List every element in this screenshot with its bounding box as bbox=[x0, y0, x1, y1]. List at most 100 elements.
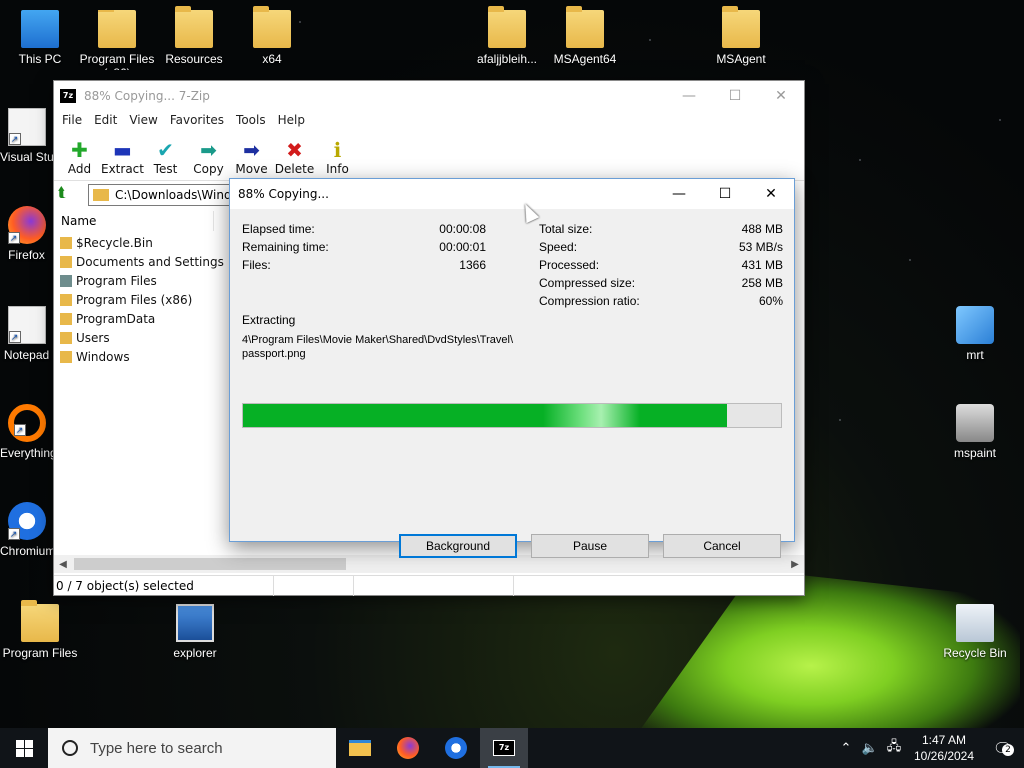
toolbar-move-button[interactable]: ➡ Move bbox=[230, 138, 273, 180]
minimize-button[interactable]: — bbox=[666, 81, 712, 111]
file-list-item[interactable]: Documents and Settings bbox=[60, 252, 224, 271]
desktop-icon-recycle-bin[interactable]: Recycle Bin bbox=[935, 604, 1015, 660]
everything-icon: ↗ bbox=[7, 404, 46, 442]
copy-progress-dialog: 88% Copying... — ☐ ✕ Elapsed time: 00:00… bbox=[229, 178, 795, 558]
stat-files: Files: 1366 bbox=[242, 258, 486, 276]
folder-icon bbox=[60, 274, 72, 287]
toolbar-add-button[interactable]: ✚ Add bbox=[58, 138, 101, 180]
toolbar-extract-button[interactable]: ▬ Extract bbox=[101, 138, 144, 180]
file-list-item[interactable]: Program Files (x86) bbox=[60, 290, 224, 309]
network-icon[interactable]: 🖧 bbox=[882, 737, 906, 759]
desktop-icon-visual-studio[interactable]: ↗ Visual Studio 2017 bbox=[0, 108, 53, 164]
column-header-name[interactable]: Name bbox=[54, 211, 214, 231]
desktop-icon-chromium[interactable]: ↗ Chromium bbox=[0, 502, 53, 558]
firefox-icon bbox=[397, 737, 419, 759]
operation-label: Extracting bbox=[242, 313, 296, 327]
folder-icon bbox=[60, 236, 72, 249]
toolbar-label: Extract bbox=[101, 162, 144, 176]
7zip-titlebar[interactable]: 7z 88% Copying... 7-Zip — ☐ ✕ bbox=[54, 81, 804, 111]
menu-help[interactable]: Help bbox=[272, 111, 311, 131]
menu-view[interactable]: View bbox=[123, 111, 163, 131]
desktop-icon-label: Resources bbox=[165, 52, 223, 66]
cancel-button[interactable]: Cancel bbox=[663, 534, 781, 558]
file-list-item[interactable]: Windows bbox=[60, 347, 224, 366]
desktop-icon-afaljjbleih[interactable]: afaljjbleih... bbox=[467, 6, 547, 66]
desktop-icon-program-files[interactable]: Program Files bbox=[0, 600, 80, 660]
toolbar-label: Add bbox=[67, 162, 92, 176]
scrollbar-thumb[interactable] bbox=[74, 558, 346, 570]
folder-icon bbox=[60, 331, 72, 344]
delete-x-icon: ✖ bbox=[286, 138, 303, 162]
mspaint-icon bbox=[956, 404, 994, 442]
menu-favorites[interactable]: Favorites bbox=[164, 111, 230, 131]
file-name: Documents and Settings bbox=[76, 254, 224, 269]
scroll-right-icon[interactable]: ▶ bbox=[786, 559, 804, 570]
taskbar-firefox[interactable] bbox=[384, 728, 432, 768]
stat-elapsed: Elapsed time: 00:00:08 bbox=[242, 222, 486, 240]
toolbar-copy-button[interactable]: ➡ Copy bbox=[187, 138, 230, 180]
taskbar-chromium[interactable] bbox=[432, 728, 480, 768]
close-button[interactable]: ✕ bbox=[758, 81, 804, 111]
desktop-icon-everything[interactable]: ↗ Everything bbox=[0, 404, 53, 460]
scroll-left-icon[interactable]: ◀ bbox=[54, 559, 72, 570]
toolbar-info-button[interactable]: ℹ Info bbox=[316, 138, 359, 180]
stat-processed: Processed: 431 MB bbox=[539, 258, 783, 276]
current-file-line: 4\Program Files\Movie Maker\Shared\DvdSt… bbox=[242, 334, 514, 346]
menu-file[interactable]: File bbox=[56, 111, 88, 131]
background-button[interactable]: Background bbox=[399, 534, 517, 558]
menu-tools[interactable]: Tools bbox=[230, 111, 272, 131]
maximize-button[interactable]: ☐ bbox=[702, 179, 748, 209]
toolbar-test-button[interactable]: ✔ Test bbox=[144, 138, 187, 180]
pause-button[interactable]: Pause bbox=[531, 534, 649, 558]
desktop-icon-mspaint[interactable]: mspaint bbox=[935, 404, 1015, 460]
folder-icon bbox=[60, 350, 72, 363]
file-list-item[interactable]: $Recycle.Bin bbox=[60, 233, 224, 252]
folder-icon bbox=[253, 6, 291, 48]
desktop-icon-x64[interactable]: x64 bbox=[232, 6, 312, 66]
up-folder-icon[interactable]: ⮬ bbox=[58, 185, 80, 205]
windows-logo-icon bbox=[15, 739, 33, 757]
address-text: C:\Downloads\Windo bbox=[115, 188, 239, 202]
current-file-line: passport.png bbox=[242, 348, 306, 360]
desktop-icon-notepad[interactable]: ↗ Notepad bbox=[0, 306, 53, 362]
desktop-icon-label: Chromium bbox=[0, 544, 53, 558]
toolbar-delete-button[interactable]: ✖ Delete bbox=[273, 138, 316, 180]
file-list-item[interactable]: Users bbox=[60, 328, 224, 347]
taskbar-7zip[interactable]: 7z bbox=[480, 728, 528, 768]
chevron-up-icon[interactable]: ⌃ bbox=[834, 741, 858, 756]
desktop-icon-msagent64[interactable]: MSAgent64 bbox=[545, 6, 625, 66]
folder-icon bbox=[488, 6, 526, 48]
desktop-icon-resources[interactable]: Resources bbox=[154, 6, 234, 66]
taskbar-file-explorer[interactable] bbox=[336, 728, 384, 768]
folder-icon bbox=[60, 293, 72, 306]
close-button[interactable]: ✕ bbox=[748, 179, 794, 209]
desktop-icon-explorer[interactable]: explorer bbox=[155, 604, 235, 660]
7zip-icon: 7z bbox=[493, 740, 515, 756]
dialog-titlebar[interactable]: 88% Copying... — ☐ ✕ bbox=[230, 179, 794, 209]
clock[interactable]: 1:47 AM 10/26/2024 bbox=[906, 732, 982, 764]
start-button[interactable] bbox=[0, 728, 48, 768]
taskbar-search[interactable]: Type here to search bbox=[48, 728, 336, 768]
desktop-icon-mrt[interactable]: mrt bbox=[935, 306, 1015, 362]
stat-label: Total size: bbox=[539, 222, 593, 236]
desktop-icon-this-pc[interactable]: This PC bbox=[0, 10, 80, 66]
notification-center-button[interactable]: 🗨 2 bbox=[982, 739, 1024, 758]
volume-muted-icon[interactable]: 🔈 bbox=[858, 741, 882, 756]
file-list-item[interactable]: Program Files bbox=[60, 271, 224, 290]
minimize-button[interactable]: — bbox=[656, 179, 702, 209]
file-name: $Recycle.Bin bbox=[76, 235, 153, 250]
search-placeholder: Type here to search bbox=[90, 739, 223, 757]
recycle-bin-icon bbox=[956, 604, 994, 642]
menu-edit[interactable]: Edit bbox=[88, 111, 123, 131]
file-list-item[interactable]: ProgramData bbox=[60, 309, 224, 328]
desktop-icon-firefox[interactable]: ↗ Firefox bbox=[0, 206, 53, 262]
desktop-icon-program-files-x86[interactable]: Program Files (x86) bbox=[77, 10, 157, 70]
status-selection: 0 / 7 object(s) selected bbox=[56, 576, 274, 596]
window-title: 88% Copying... 7-Zip bbox=[84, 89, 210, 103]
stat-label: Files: bbox=[242, 258, 271, 272]
maximize-button[interactable]: ☐ bbox=[712, 81, 758, 111]
desktop-icon-label: mrt bbox=[966, 348, 984, 362]
move-arrow-icon: ➡ bbox=[243, 138, 260, 162]
stat-remaining: Remaining time: 00:00:01 bbox=[242, 240, 486, 258]
desktop-icon-msagent[interactable]: MSAgent bbox=[701, 6, 781, 66]
